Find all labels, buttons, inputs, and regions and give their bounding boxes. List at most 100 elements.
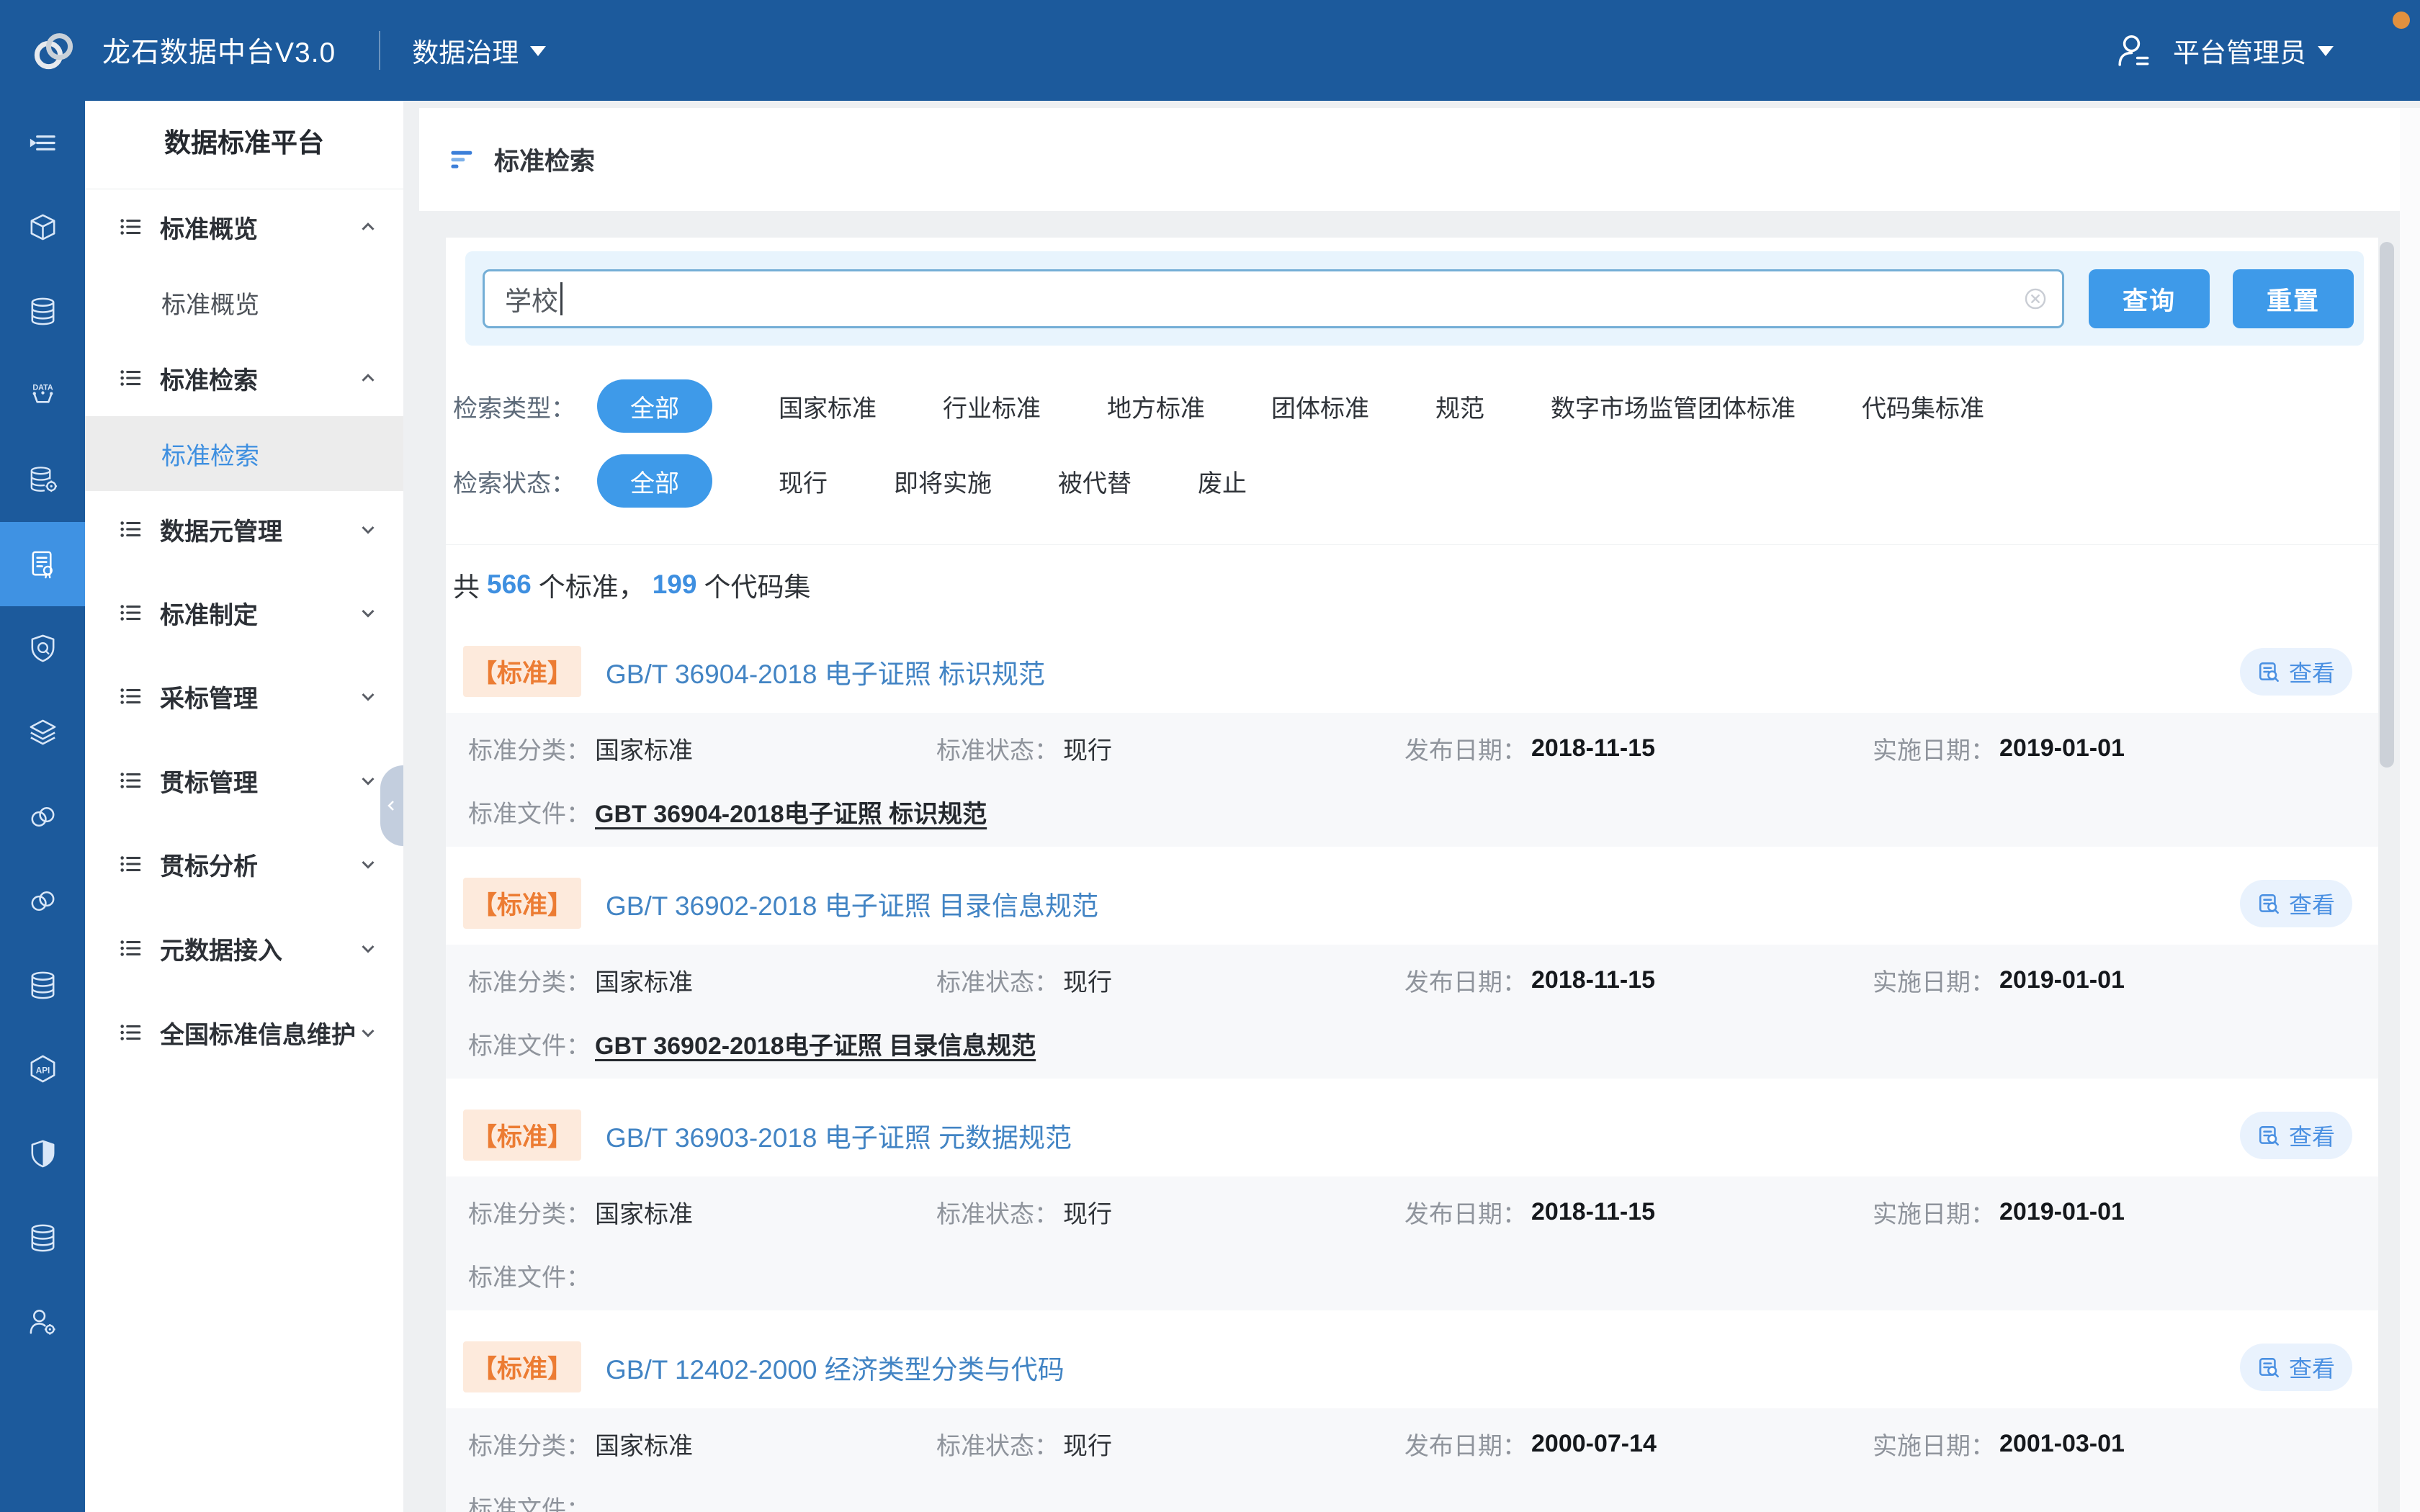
rail-item-layers[interactable]	[0, 690, 85, 775]
result-title-link[interactable]: GB/T 36902-2018 电子证照 目录信息规范	[606, 884, 1098, 923]
top-navbar: 龙石数据中台V3.0 数据治理 平台管理员	[0, 0, 2420, 101]
rail-item-database[interactable]	[0, 269, 85, 354]
view-doc-icon	[2257, 1123, 2282, 1148]
user-settings-icon	[26, 1305, 60, 1339]
chevron-left-icon	[384, 798, 400, 814]
implement-date: 2019-01-01	[1999, 734, 2125, 762]
filter-type-option[interactable]: 地方标准	[1107, 389, 1205, 424]
rail-item-shield-quality[interactable]	[0, 606, 85, 690]
text-caret	[560, 282, 563, 315]
sidebar-item-implementation-analysis[interactable]: 贯标分析	[85, 827, 403, 901]
filter-status-all-pill[interactable]: 全部	[597, 454, 712, 508]
shield-quality-icon	[26, 631, 60, 665]
rail-item-data-swirl[interactable]	[0, 775, 85, 859]
filter-type-option[interactable]: 国家标准	[779, 389, 877, 424]
codesets-count: 199	[653, 570, 697, 600]
view-button[interactable]: 查看	[2240, 1112, 2352, 1159]
database-icon	[26, 1221, 60, 1255]
list-icon	[118, 768, 143, 793]
search-input[interactable]: 学校	[483, 269, 2064, 328]
sidebar-item-data-element-mgmt[interactable]: 数据元管理	[85, 492, 403, 567]
view-button[interactable]: 查看	[2240, 648, 2352, 696]
vertical-scrollbar[interactable]	[2380, 242, 2394, 768]
result-title-link[interactable]: GB/T 36904-2018 电子证照 标识规范	[606, 652, 1045, 691]
layers-icon	[26, 716, 60, 750]
sidebar-item-adoption-mgmt[interactable]: 采标管理	[85, 659, 403, 734]
user-menu[interactable]: 平台管理员	[2114, 30, 2334, 71]
product-menu[interactable]: 数据治理	[412, 31, 546, 70]
sidebar-item-standard-drafting[interactable]: 标准制定	[85, 575, 403, 650]
api-icon: API	[26, 1053, 60, 1086]
sidebar-subitem-standard-search[interactable]: 标准检索	[85, 416, 403, 491]
filter-row-status: 检索状态： 全部 现行 即将实施 被代替 废止	[453, 454, 2364, 508]
chevron-down-icon	[357, 853, 379, 875]
page-title: 标准检索	[494, 141, 595, 178]
sidebar-item-standard-search-group[interactable]: 标准检索	[85, 341, 403, 415]
rail-item-api[interactable]: API	[0, 1027, 85, 1112]
rail-item-standard-doc-active[interactable]	[0, 522, 85, 606]
svg-text:API: API	[35, 1066, 50, 1075]
data-swirl-icon	[26, 884, 60, 918]
standard-file-link[interactable]: GBT 36902-2018电子证照 目录信息规范	[595, 1026, 1036, 1061]
caret-down-icon	[530, 46, 546, 64]
database-gear-icon	[26, 463, 60, 497]
category-value: 国家标准	[595, 963, 693, 998]
result-row: 【标准】 GB/T 36903-2018 电子证照 元数据规范 查看	[446, 1101, 2378, 1169]
filter-type-all-pill[interactable]: 全部	[597, 379, 712, 433]
rail-item-cube[interactable]	[0, 185, 85, 269]
chevron-down-icon	[357, 770, 379, 791]
query-button[interactable]: 查询	[2089, 269, 2210, 328]
sidebar-collapse-handle[interactable]	[380, 765, 403, 846]
filter-type-option[interactable]: 行业标准	[943, 389, 1041, 424]
list-icon	[118, 215, 143, 239]
standards-count: 566	[487, 570, 532, 600]
reset-button[interactable]: 重置	[2233, 269, 2354, 328]
view-button[interactable]: 查看	[2240, 1344, 2352, 1391]
filter-status-option[interactable]: 即将实施	[894, 464, 992, 499]
clear-input-icon[interactable]	[2022, 285, 2049, 312]
filter-type-option[interactable]: 团体标准	[1271, 389, 1369, 424]
rail-item-data-service[interactable]: DATA	[0, 354, 85, 438]
sidebar-item-implementation-mgmt[interactable]: 贯标管理	[85, 743, 403, 818]
rail-item-database-gear[interactable]	[0, 438, 85, 522]
filter-status-option[interactable]: 废止	[1198, 464, 1247, 499]
sidebar-item-metadata-access[interactable]: 元数据接入	[85, 911, 403, 986]
page-title-icon	[448, 145, 477, 174]
filter-type-option[interactable]: 数字市场监管团体标准	[1551, 389, 1796, 424]
sidebar-subitem-standard-overview[interactable]: 标准概览	[85, 265, 403, 340]
chevron-down-icon	[357, 602, 379, 624]
rail-item-database-2[interactable]	[0, 943, 85, 1027]
sidebar-item-standard-overview-group[interactable]: 标准概览	[85, 189, 403, 264]
rail-item-user-settings[interactable]	[0, 1280, 85, 1364]
result-title-link[interactable]: GB/T 36903-2018 电子证照 元数据规范	[606, 1116, 1072, 1155]
list-icon	[118, 852, 143, 876]
rail-item-data-swirl-2[interactable]	[0, 859, 85, 943]
rail-item-collapse-menu[interactable]	[0, 101, 85, 185]
filter-type-option[interactable]: 代码集标准	[1862, 389, 1984, 424]
standard-badge: 【标准】	[463, 1110, 581, 1161]
list-icon	[118, 366, 143, 390]
filter-status-option[interactable]: 被代替	[1058, 464, 1131, 499]
rail-item-database-3[interactable]	[0, 1196, 85, 1280]
status-value: 现行	[1063, 1426, 1112, 1462]
rail-item-shield-half[interactable]	[0, 1112, 85, 1196]
standard-badge: 【标准】	[463, 878, 581, 929]
implement-date: 2001-03-01	[1999, 1430, 2125, 1458]
category-value: 国家标准	[595, 731, 693, 766]
filter-status-option[interactable]: 现行	[779, 464, 828, 499]
content-panel: 学校 查询 重置 检索类型： 全部 国家标准 行业标准 地方标准 团体标准 规范…	[446, 238, 2378, 1512]
sidebar-item-national-standard-info[interactable]: 全国标准信息维护	[85, 995, 403, 1070]
standard-badge: 【标准】	[463, 1341, 581, 1392]
shield-half-icon	[26, 1137, 60, 1171]
publish-date: 2018-11-15	[1531, 1198, 1655, 1226]
filter-type-option[interactable]: 规范	[1435, 389, 1484, 424]
publish-date: 2018-11-15	[1531, 966, 1655, 994]
view-button[interactable]: 查看	[2240, 880, 2352, 927]
result-title-link[interactable]: GB/T 12402-2000 经济类型分类与代码	[606, 1348, 1065, 1387]
result-row: 【标准】 GB/T 36902-2018 电子证照 目录信息规范 查看	[446, 869, 2378, 937]
result-row: 【标准】 GB/T 12402-2000 经济类型分类与代码 查看	[446, 1333, 2378, 1401]
page-header: 标准检索	[419, 108, 2420, 211]
standard-file-link[interactable]: GBT 36904-2018电子证照 标识规范	[595, 794, 987, 829]
result-details: 标准分类：国家标准 标准状态：现行 发布日期：2000-07-14 实施日期：2…	[446, 1408, 2378, 1512]
brand-logo-icon	[23, 19, 85, 81]
